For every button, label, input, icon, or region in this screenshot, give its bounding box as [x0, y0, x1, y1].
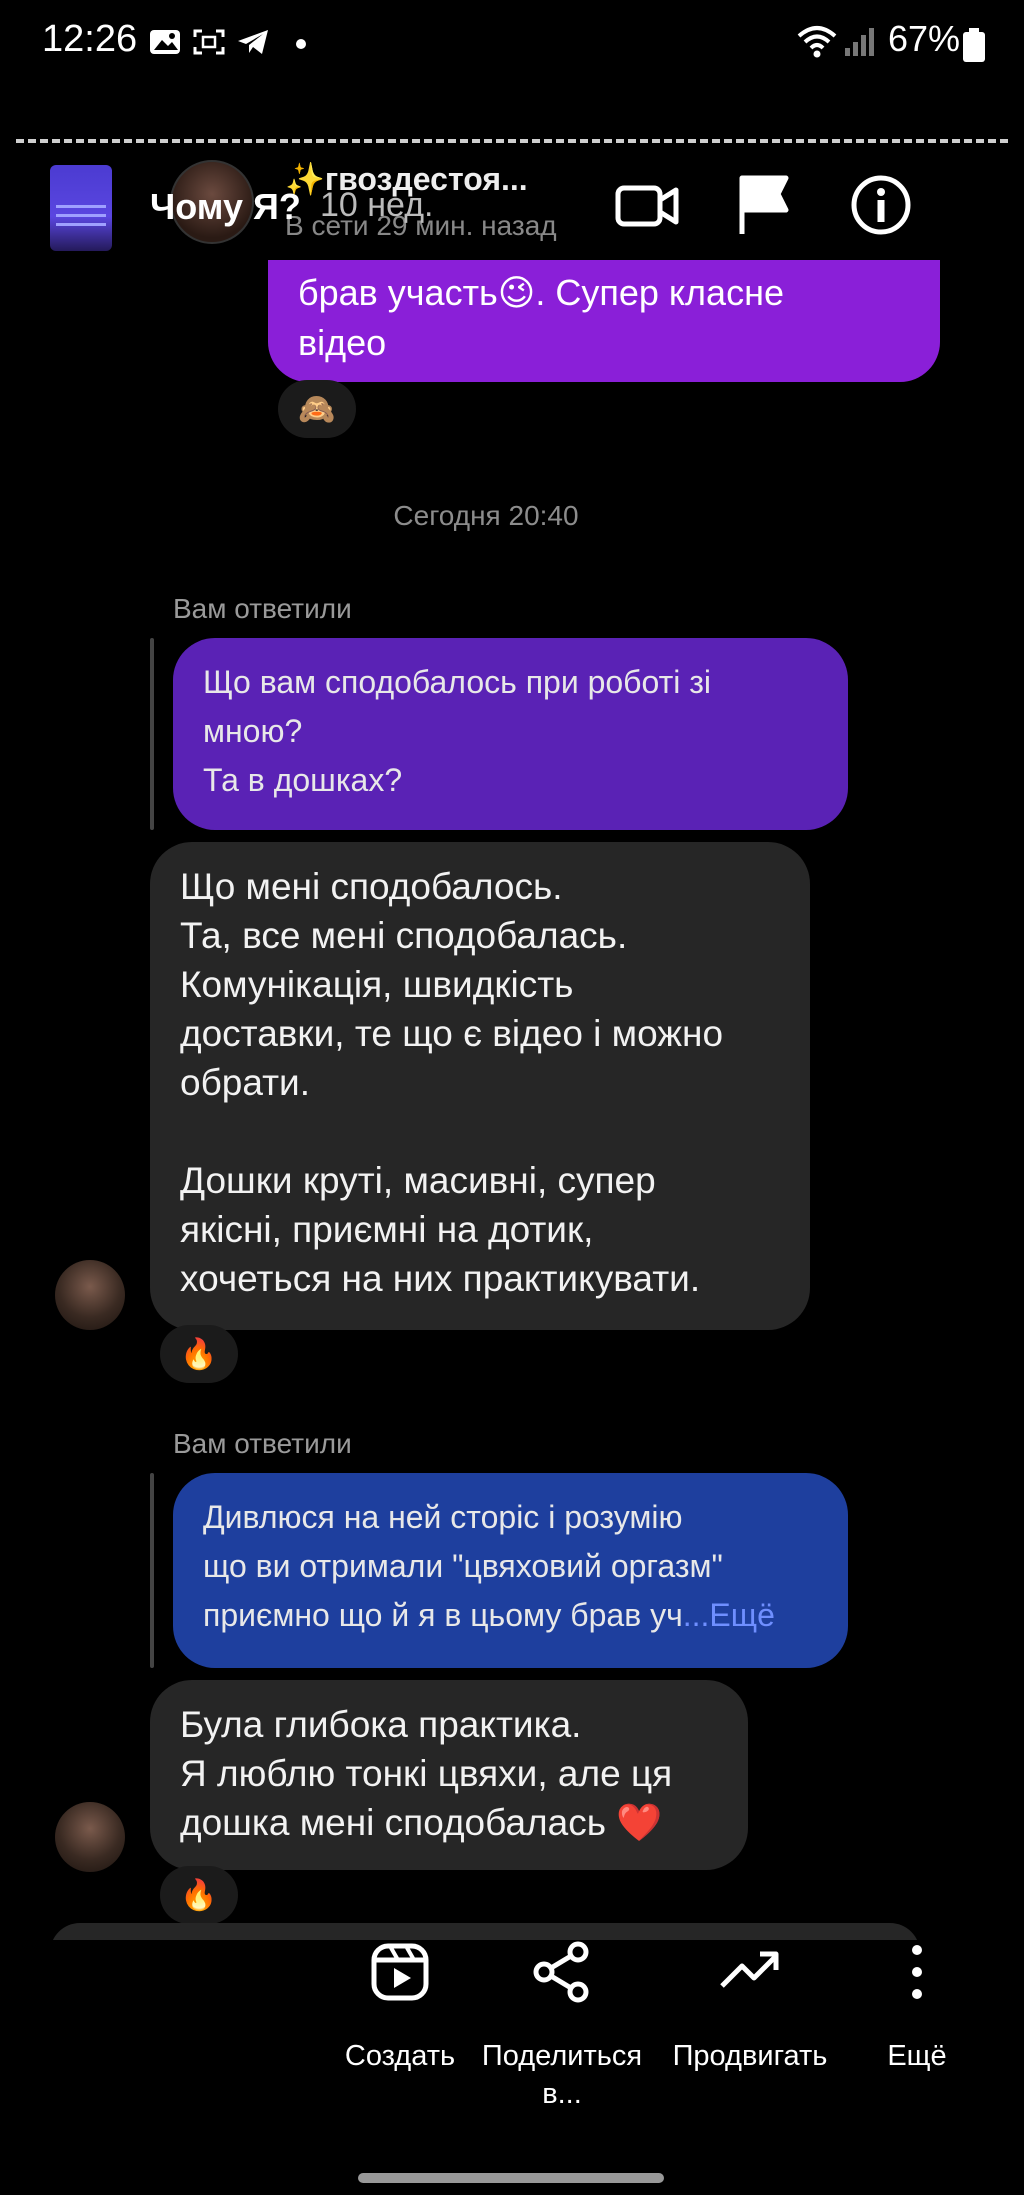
status-time: 12:26 — [42, 18, 138, 60]
sender-avatar[interactable] — [55, 1260, 125, 1330]
gallery-icon — [150, 30, 180, 54]
more-label: Ещё — [887, 2040, 947, 2072]
trending-up-icon — [720, 1951, 779, 1988]
screenshot-divider — [16, 139, 1008, 143]
video-camera-icon[interactable] — [612, 170, 682, 240]
share-label: Поделиться в... — [481, 2040, 643, 2110]
sender-avatar[interactable] — [55, 1802, 125, 1872]
reels-icon — [371, 1943, 429, 2001]
reply-indicator-line — [150, 638, 154, 830]
story-age: 10 нед. — [320, 186, 434, 224]
battery-icon — [963, 28, 985, 62]
reaction-badge[interactable]: 🙈 — [278, 380, 356, 438]
more-button[interactable]: Ещё — [827, 1940, 1007, 2075]
replied-label: Вам ответили — [173, 1428, 352, 1459]
promote-label: Продвигать — [672, 2040, 828, 2072]
share-button[interactable]: Поделиться в... — [472, 1940, 652, 2113]
battery-percent: 67% — [888, 18, 961, 59]
screenshot-icon — [193, 29, 225, 55]
story-title: Чому Я? — [150, 186, 301, 227]
share-icon — [533, 1941, 589, 2003]
received-message-bubble[interactable]: Була глибока практика. Я люблю тонкі цвя… — [150, 1680, 748, 1870]
quoted-message[interactable]: Що вам сподобалось при роботі зі мною? Т… — [173, 638, 848, 830]
reaction-badge[interactable]: 🔥 — [160, 1325, 238, 1383]
wifi-icon — [797, 26, 837, 58]
signal-icon — [845, 28, 874, 56]
create-button[interactable]: Создать — [310, 1940, 490, 2075]
reaction-badge[interactable]: 🔥 — [160, 1866, 238, 1924]
quoted-message-text: Дивлюся на ней сторіс і розумію що ви от… — [203, 1499, 723, 1633]
story-thumbnail[interactable] — [50, 165, 112, 251]
replied-label: Вам ответили — [173, 593, 352, 624]
received-message-bubble[interactable]: Що мені сподобалось. Та, все мені сподоб… — [150, 842, 810, 1330]
sent-message-bubble[interactable]: брав участь😉. Супер класне відео — [268, 260, 940, 382]
telegram-icon — [238, 30, 268, 54]
reply-indicator-line — [150, 1473, 154, 1668]
promote-button[interactable]: Продвигать — [660, 1940, 840, 2075]
quoted-message[interactable]: Дивлюся на ней сторіс і розумію що ви от… — [173, 1473, 848, 1668]
dot-icon — [296, 39, 306, 49]
date-separator: Сегодня 20:40 — [393, 500, 579, 531]
more-vertical-icon — [912, 1945, 922, 1999]
home-indicator[interactable] — [358, 2173, 664, 2183]
create-label: Создать — [344, 2040, 456, 2072]
more-link[interactable]: ...Ещё — [683, 1597, 775, 1633]
info-icon[interactable] — [846, 170, 916, 240]
flag-icon[interactable] — [728, 170, 798, 240]
